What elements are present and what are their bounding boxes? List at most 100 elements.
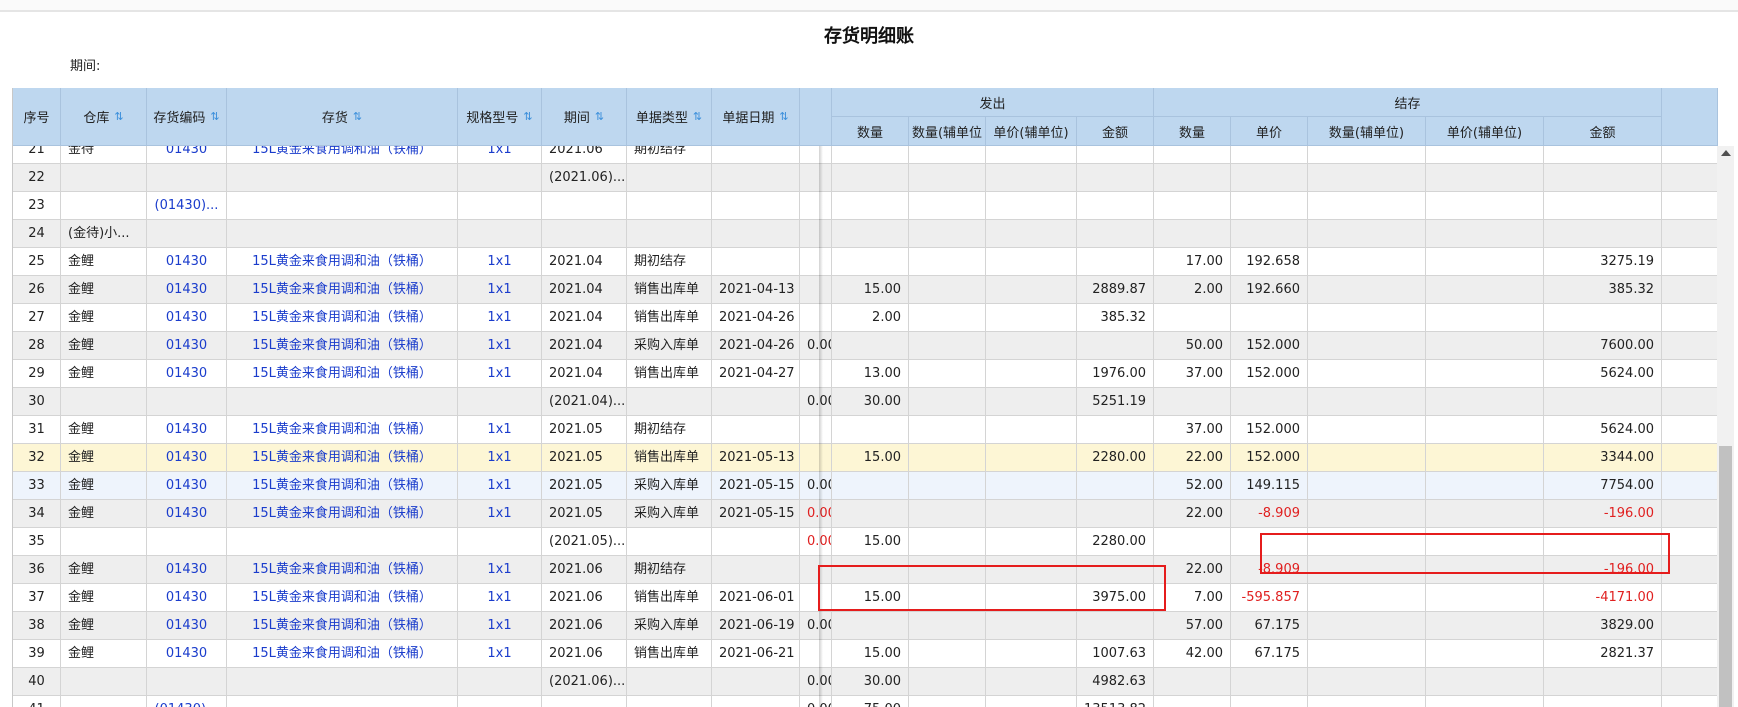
cell-type: 销售出库单 bbox=[627, 304, 712, 331]
cell-code: (01430)... bbox=[147, 192, 227, 219]
cell-filler bbox=[1662, 146, 1718, 163]
cell-bp: 149.115 bbox=[1231, 472, 1308, 499]
header-label-date: 单据日期 bbox=[722, 111, 775, 126]
cell-oamt bbox=[1077, 332, 1154, 359]
cell-bamt bbox=[1544, 668, 1662, 695]
cell-date bbox=[712, 696, 800, 707]
cell-wh bbox=[61, 528, 147, 555]
header-type[interactable]: 单据类型 ⇅ bbox=[627, 88, 712, 146]
cell-period: (2021.04)... bbox=[542, 388, 627, 415]
cell-type: 期初结存 bbox=[627, 146, 712, 163]
header-item[interactable]: 存货 ⇅ bbox=[227, 88, 458, 146]
cell-period: 2021.05 bbox=[542, 444, 627, 471]
cell-wh bbox=[61, 192, 147, 219]
cell-bamt bbox=[1544, 192, 1662, 219]
cell-item: 15L黄金来食用调和油（铁桶） bbox=[227, 416, 458, 443]
cell-oq: 2.00 bbox=[832, 304, 909, 331]
table-row[interactable]: 32 金鲤 01430 15L黄金来食用调和油（铁桶） 1x1 2021.05 销售出库单 2… bbox=[13, 444, 1718, 472]
header-out-oaq[interactable]: 数量(辅单位 bbox=[909, 117, 986, 146]
sort-icon[interactable]: ⇅ bbox=[693, 110, 702, 123]
table-row[interactable]: 26 金鲤 01430 15L黄金来食用调和油（铁桶） 1x1 2021.04 销售出库单 2… bbox=[13, 276, 1718, 304]
table-row[interactable]: 25 金鲤 01430 15L黄金来食用调和油（铁桶） 1x1 2021.04 期初结存 17… bbox=[13, 248, 1718, 276]
header-group-out: 发出 bbox=[832, 88, 1154, 117]
header-bal-bamt[interactable]: 金额 bbox=[1544, 117, 1662, 146]
cell-bq bbox=[1154, 146, 1231, 163]
cell-spec bbox=[458, 388, 542, 415]
sort-icon[interactable]: ⇅ bbox=[353, 110, 362, 123]
header-period[interactable]: 期间 ⇅ bbox=[542, 88, 627, 146]
table-row[interactable]: 21 金待 01430 15L黄金来食用调和油（铁桶） 1x1 2021.06 期初结存 bbox=[13, 146, 1718, 164]
header-filler bbox=[1662, 88, 1718, 146]
cell-oap bbox=[986, 444, 1077, 471]
table-row[interactable]: 22 (2021.06)... bbox=[13, 164, 1718, 192]
cell-no: 29 bbox=[13, 360, 61, 387]
sort-icon[interactable]: ⇅ bbox=[595, 110, 604, 123]
cell-bq bbox=[1154, 192, 1231, 219]
cell-oaq bbox=[909, 164, 986, 191]
cell-date bbox=[712, 248, 800, 275]
header-out-oamt[interactable]: 金额 bbox=[1077, 117, 1154, 146]
table-row[interactable]: 28 金鲤 01430 15L黄金来食用调和油（铁桶） 1x1 2021.04 采购入库单 2… bbox=[13, 332, 1718, 360]
table-row[interactable]: 30 (2021.04)... 0.0030.00 5251.19 bbox=[13, 388, 1718, 416]
header-bal-bap[interactable]: 单价(辅单位) bbox=[1426, 117, 1544, 146]
cell-bamt bbox=[1544, 696, 1662, 707]
cell-no: 35 bbox=[13, 528, 61, 555]
table-row[interactable]: 24 (金待)小... bbox=[13, 220, 1718, 248]
table-row[interactable]: 31 金鲤 01430 15L黄金来食用调和油（铁桶） 1x1 2021.05 期初结存 37… bbox=[13, 416, 1718, 444]
header-bal-bp[interactable]: 单价 bbox=[1231, 117, 1308, 146]
cell-oap bbox=[986, 192, 1077, 219]
cell-type bbox=[627, 696, 712, 707]
header-spec[interactable]: 规格型号 ⇅ bbox=[458, 88, 542, 146]
vertical-scrollbar[interactable] bbox=[1717, 146, 1734, 707]
table-row[interactable]: 39 金鲤 01430 15L黄金来食用调和油（铁桶） 1x1 2021.06 销售出库单 2… bbox=[13, 640, 1718, 668]
header-date[interactable]: 单据日期 ⇅ bbox=[712, 88, 800, 146]
header-wh[interactable]: 仓库 ⇅ bbox=[61, 88, 147, 146]
cell-period bbox=[542, 696, 627, 707]
header-bal-bq[interactable]: 数量 bbox=[1154, 117, 1231, 146]
sort-icon[interactable]: ⇅ bbox=[779, 110, 788, 123]
scrollbar-thumb[interactable] bbox=[1719, 446, 1732, 707]
cell-baq bbox=[1308, 164, 1426, 191]
table-row[interactable]: 41 (01430)... 0.0075.00 13513.82 bbox=[13, 696, 1718, 707]
header-out-oq[interactable]: 数量 bbox=[832, 117, 909, 146]
cell-bq bbox=[1154, 668, 1231, 695]
cell-bap bbox=[1426, 248, 1544, 275]
header-out-oap[interactable]: 单价(辅单位) bbox=[986, 117, 1077, 146]
cell-code bbox=[147, 388, 227, 415]
sort-icon[interactable]: ⇅ bbox=[210, 110, 219, 123]
cell-bap bbox=[1426, 192, 1544, 219]
cell-bq: 2.00 bbox=[1154, 276, 1231, 303]
cell-item bbox=[227, 164, 458, 191]
scroll-up-icon[interactable] bbox=[1721, 150, 1731, 156]
cell-code: 01430 bbox=[147, 612, 227, 639]
cell-bp bbox=[1231, 668, 1308, 695]
table-row[interactable]: 40 (2021.06)... 0.0030.00 4982.63 bbox=[13, 668, 1718, 696]
cell-period: 2021.05 bbox=[542, 416, 627, 443]
header-bal-baq[interactable]: 数量(辅单位) bbox=[1308, 117, 1426, 146]
cell-filler bbox=[1662, 360, 1718, 387]
header-no[interactable]: 序号 bbox=[13, 88, 61, 146]
cell-date bbox=[712, 668, 800, 695]
cell-filler bbox=[1662, 388, 1718, 415]
cell-baq bbox=[1308, 696, 1426, 707]
cell-filler bbox=[1662, 696, 1718, 707]
cell-oamt bbox=[1077, 612, 1154, 639]
cell-baq bbox=[1308, 612, 1426, 639]
table-row[interactable]: 34 金鲤 01430 15L黄金来食用调和油（铁桶） 1x1 2021.05 采购入库单 2… bbox=[13, 500, 1718, 528]
cell-code: 01430 bbox=[147, 248, 227, 275]
cell-bap bbox=[1426, 146, 1544, 163]
annotation-box-balance bbox=[1260, 533, 1670, 574]
cell-type: 销售出库单 bbox=[627, 360, 712, 387]
cell-bamt: 3344.00 bbox=[1544, 444, 1662, 471]
table-row[interactable]: 29 金鲤 01430 15L黄金来食用调和油（铁桶） 1x1 2021.04 销售出库单 2… bbox=[13, 360, 1718, 388]
sort-icon[interactable]: ⇅ bbox=[114, 110, 123, 123]
table-row[interactable]: 23 (01430)... bbox=[13, 192, 1718, 220]
sort-icon[interactable]: ⇅ bbox=[523, 110, 532, 123]
cell-oaq bbox=[909, 360, 986, 387]
cell-bq: 22.00 bbox=[1154, 500, 1231, 527]
table-row[interactable]: 33 金鲤 01430 15L黄金来食用调和油（铁桶） 1x1 2021.05 采购入库单 2… bbox=[13, 472, 1718, 500]
cell-bq bbox=[1154, 304, 1231, 331]
header-code[interactable]: 存货编码 ⇅ bbox=[147, 88, 227, 146]
table-row[interactable]: 38 金鲤 01430 15L黄金来食用调和油（铁桶） 1x1 2021.06 采购入库单 2… bbox=[13, 612, 1718, 640]
table-row[interactable]: 27 金鲤 01430 15L黄金来食用调和油（铁桶） 1x1 2021.04 销售出库单 2… bbox=[13, 304, 1718, 332]
